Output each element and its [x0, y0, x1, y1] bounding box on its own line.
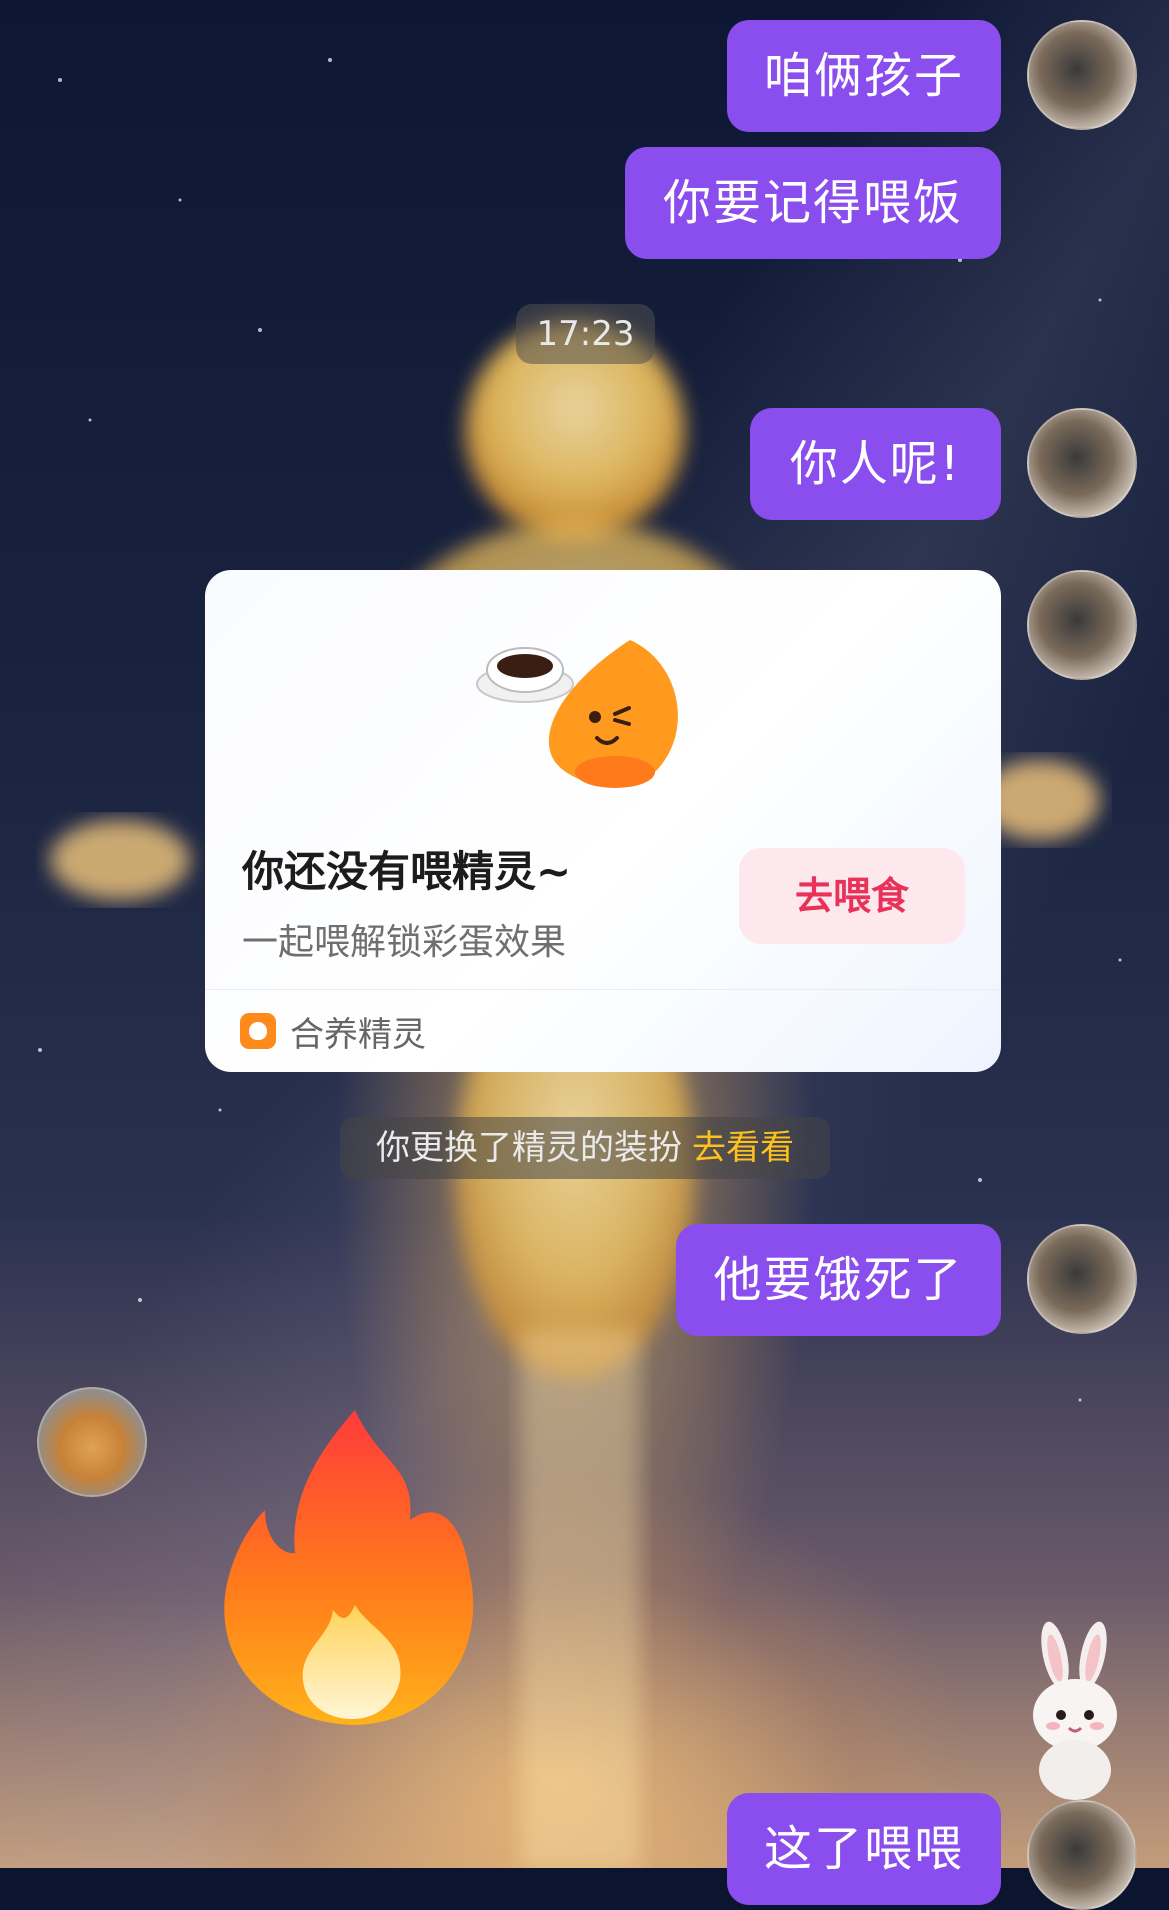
notice-link[interactable]: 去看看 [692, 1128, 794, 1168]
outgoing-message-bubble[interactable]: 你人呢! [750, 408, 1001, 520]
card-subtitle: 一起喂解锁彩蛋效果 [242, 922, 567, 963]
user-avatar[interactable] [1027, 1800, 1137, 1910]
outgoing-message-bubble[interactable]: 这了喂喂 [727, 1793, 1001, 1905]
message-timestamp: 17:23 [516, 304, 655, 364]
user-avatar[interactable] [1027, 1224, 1137, 1334]
contact-avatar[interactable] [37, 1387, 147, 1497]
outgoing-message-bubble[interactable]: 咱俩孩子 [727, 20, 1001, 132]
system-notice: 你更换了精灵的装扮 去看看 [340, 1117, 830, 1179]
bunny-sticker[interactable] [1015, 1620, 1135, 1800]
user-avatar[interactable] [1027, 20, 1137, 130]
outgoing-message-bubble[interactable]: 你要记得喂饭 [625, 147, 1001, 259]
pet-sprite-illustration [476, 640, 678, 788]
card-footer-label: 合养精灵 [290, 1015, 426, 1055]
pet-app-icon [240, 1013, 276, 1049]
user-avatar[interactable] [1027, 570, 1137, 680]
user-avatar[interactable] [1027, 408, 1137, 518]
feed-button[interactable]: 去喂食 [739, 848, 965, 944]
fire-emoji-sticker[interactable] [205, 1405, 495, 1735]
notice-text: 你更换了精灵的装扮 [376, 1128, 682, 1168]
pet-feed-card[interactable]: 你还没有喂精灵~ 一起喂解锁彩蛋效果 去喂食 合养精灵 [205, 570, 1001, 1072]
outgoing-message-bubble[interactable]: 他要饿死了 [676, 1224, 1001, 1336]
card-title: 你还没有喂精灵~ [242, 847, 572, 896]
card-divider [205, 989, 1001, 990]
